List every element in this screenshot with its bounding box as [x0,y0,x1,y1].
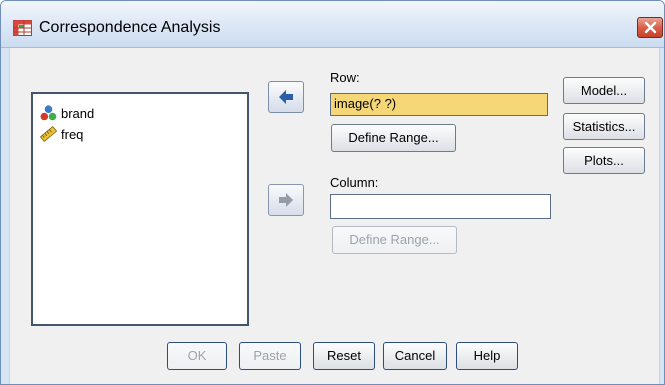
table-grid-icon [13,20,32,36]
variable-label: freq [61,126,84,142]
column-label: Column: [330,175,379,190]
title-bar[interactable]: Correspondence Analysis [1,1,664,48]
correspondence-analysis-dialog: Correspondence Analysis brand freq Row: … [0,0,665,385]
close-x-icon [644,21,657,34]
row-variable-field[interactable]: image(? ?) [330,93,548,116]
nominal-measure-icon [40,105,57,121]
list-item-freq[interactable]: freq [40,125,83,143]
move-to-column-button[interactable] [268,184,304,216]
variable-list[interactable]: brand freq [31,92,249,326]
arrow-right-icon [279,193,293,207]
row-define-range-button[interactable]: Define Range... [331,124,456,152]
column-variable-field[interactable] [330,194,551,219]
column-define-range-button[interactable]: Define Range... [332,226,457,254]
help-button[interactable]: Help [456,342,518,370]
close-button[interactable] [637,17,663,38]
variable-label: brand [61,105,95,121]
ok-button[interactable]: OK [167,342,227,370]
reset-button[interactable]: Reset [313,342,375,370]
row-label: Row: [330,70,360,85]
plots-button[interactable]: Plots... [563,147,645,174]
cancel-button[interactable]: Cancel [383,342,447,370]
scale-ruler-icon [40,126,57,142]
statistics-button[interactable]: Statistics... [563,113,645,140]
move-to-row-button[interactable] [268,81,304,113]
paste-button[interactable]: Paste [239,342,301,370]
list-item-brand[interactable]: brand [40,104,94,122]
arrow-left-icon [279,90,293,104]
window-title: Correspondence Analysis [39,19,221,36]
dialog-body: brand freq Row: image(? ?) Define Range.… [9,48,660,384]
model-button[interactable]: Model... [563,77,645,104]
